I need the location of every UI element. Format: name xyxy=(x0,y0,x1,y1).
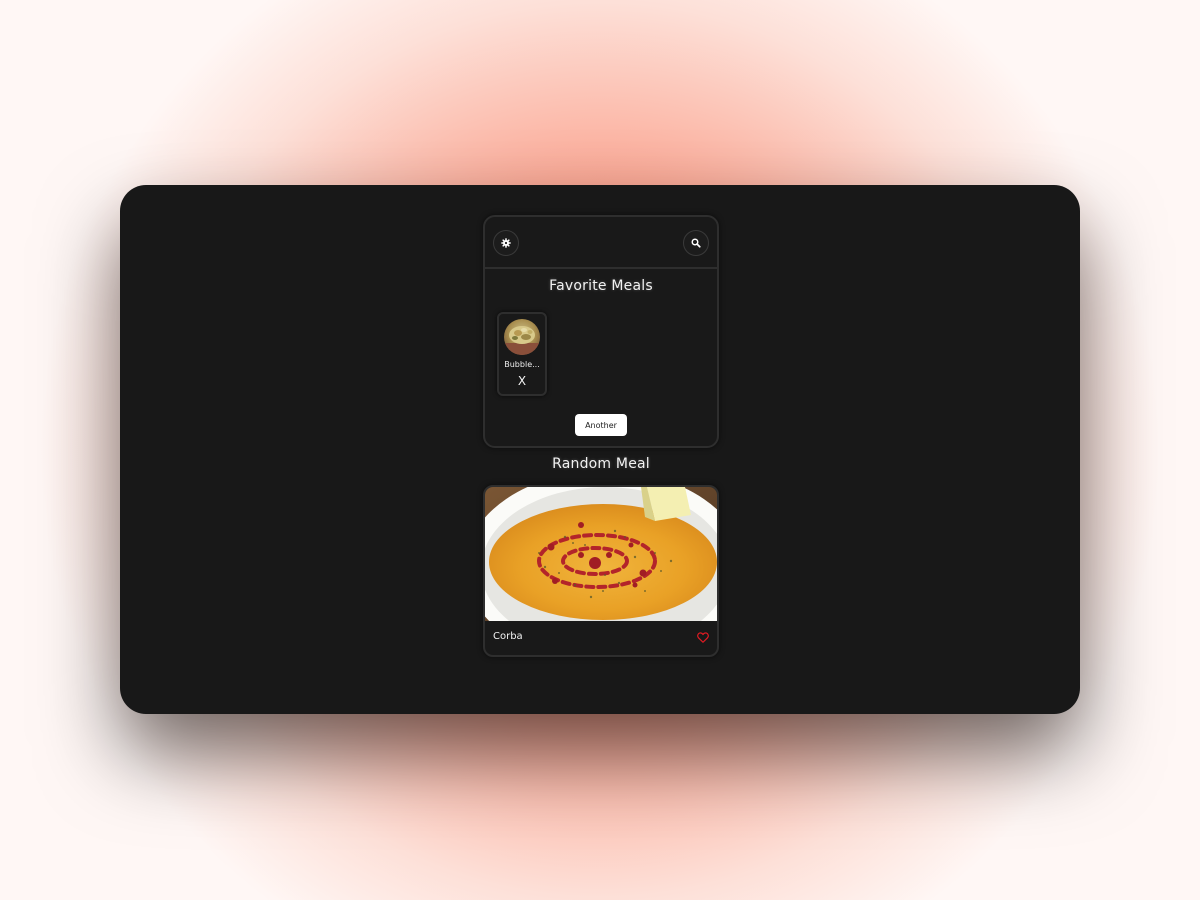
random-meal-card: Corba xyxy=(483,485,719,657)
favorites-list: Bubble... X xyxy=(497,312,547,396)
meal-image[interactable] xyxy=(485,487,719,621)
search-button[interactable] xyxy=(683,230,709,256)
favorites-card: Favorite Meals Bubble... X Another xyxy=(483,215,719,448)
gear-icon xyxy=(501,238,511,248)
meal-thumbnail[interactable] xyxy=(504,319,540,355)
app-frame: Favorite Meals Bubble... X Another Rando… xyxy=(120,185,1080,714)
meal-footer: Corba xyxy=(485,621,717,655)
favorite-meal-name: Bubble... xyxy=(504,360,540,369)
favorites-title: Favorite Meals xyxy=(549,278,653,294)
header xyxy=(485,217,717,269)
meal-name: Corba xyxy=(493,631,523,642)
another-button[interactable]: Another xyxy=(575,414,627,436)
remove-favorite-button[interactable]: X xyxy=(499,374,545,388)
search-icon xyxy=(691,238,701,248)
heart-icon[interactable] xyxy=(697,632,709,643)
random-meal-title: Random Meal xyxy=(552,456,650,472)
favorite-item[interactable]: Bubble... X xyxy=(497,312,547,396)
settings-button[interactable] xyxy=(493,230,519,256)
mobile-container: Favorite Meals Bubble... X Another Rando… xyxy=(483,215,719,657)
